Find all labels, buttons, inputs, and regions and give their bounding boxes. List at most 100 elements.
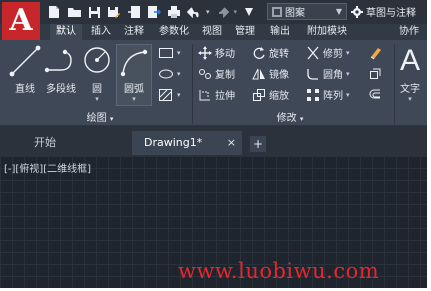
- drawing-tab-label: Drawing1*: [144, 136, 203, 149]
- tab-default[interactable]: 默认: [50, 24, 82, 40]
- trim-label: 修剪: [323, 49, 343, 60]
- tab-insert[interactable]: 插入: [86, 24, 116, 40]
- rotate-icon: [253, 46, 265, 59]
- redo-dropdown-icon[interactable]: ▾: [234, 8, 238, 16]
- layer-dropdown[interactable]: 图案 ▼: [267, 3, 347, 20]
- array-label: 阵列: [323, 91, 343, 102]
- draw-panel-title[interactable]: 绘图 ▾: [60, 112, 140, 126]
- ellipse-tool-button[interactable]: ▾: [158, 65, 181, 82]
- trim-button[interactable]: 修剪 ▾: [306, 44, 350, 61]
- chevron-down-icon: ▾: [346, 48, 350, 57]
- offset-icon: [369, 89, 380, 98]
- draw-small-tools: ▾ ▾ ▾: [158, 44, 181, 103]
- gear-icon: [351, 5, 363, 18]
- hatch-icon: [159, 88, 172, 101]
- eraser-icon: [370, 47, 381, 59]
- trim-icon: [307, 46, 319, 59]
- move-button[interactable]: 移动: [198, 44, 235, 61]
- chevron-down-icon: ▾: [299, 115, 304, 123]
- rotate-button[interactable]: 旋转: [252, 44, 289, 61]
- new-tab-button[interactable]: +: [250, 136, 266, 152]
- line-tool-button[interactable]: 直线: [8, 44, 42, 95]
- share-icon[interactable]: [241, 4, 257, 20]
- rectangle-tool-button[interactable]: ▾: [158, 44, 181, 61]
- ribbon-panel: 直线 多段线 圆 ▾ 圆弧 ▾ ▾ ▾ ▾ 绘图 ▾ 移动 复制 拉伸 旋转 镜…: [0, 40, 427, 126]
- workspace-switcher[interactable]: 草图与注释: [351, 3, 416, 20]
- hatch-tool-button[interactable]: ▾: [158, 86, 181, 103]
- open-folder-icon[interactable]: [66, 4, 82, 20]
- modify-panel-title[interactable]: 修改 ▾: [250, 112, 330, 126]
- polyline-icon: [44, 49, 72, 73]
- chevron-down-icon: ▼: [335, 7, 342, 16]
- viewport-controls[interactable]: [-][俯视][二维线框]: [4, 160, 91, 175]
- stretch-label: 拉伸: [215, 91, 235, 102]
- tab-addins[interactable]: 附加模块: [302, 24, 352, 40]
- copy-button[interactable]: 复制: [198, 65, 235, 82]
- chevron-down-icon: ▾: [177, 69, 181, 78]
- chevron-down-icon: ▾: [408, 95, 412, 103]
- draw-panel-title-text: 绘图: [86, 113, 107, 124]
- array-button[interactable]: 阵列 ▾: [306, 86, 350, 103]
- layer-value: 图案: [285, 8, 305, 19]
- autocad-window: ▾ ▾ 图案 ▼ 草图与注释 A 默认 插入 注释 参数化 视图 管理 输出 附…: [0, 0, 427, 288]
- tab-parametric[interactable]: 参数化: [154, 24, 194, 40]
- explode-icon: [370, 68, 381, 79]
- chevron-down-icon: ▾: [95, 95, 99, 103]
- text-tool-button[interactable]: A 文字 ▾: [400, 44, 420, 103]
- erase-button[interactable]: [368, 44, 382, 61]
- new-file-icon[interactable]: [46, 4, 62, 20]
- chevron-down-icon: ▾: [177, 48, 181, 57]
- move-label: 移动: [215, 49, 235, 60]
- array-icon: [307, 88, 319, 101]
- app-menu-button[interactable]: A: [2, 2, 40, 40]
- start-tab[interactable]: 开始: [34, 131, 94, 155]
- close-icon[interactable]: ×: [227, 131, 236, 155]
- explode-button[interactable]: [368, 65, 382, 82]
- export-icon[interactable]: [146, 4, 162, 20]
- tab-collaborate[interactable]: 协作: [394, 24, 424, 40]
- layer-swatch-icon: [272, 6, 282, 17]
- scale-button[interactable]: 缩放: [252, 86, 289, 103]
- line-label: 直线: [15, 84, 35, 95]
- stretch-button[interactable]: 拉伸: [198, 86, 235, 103]
- circle-icon: [84, 47, 110, 73]
- drawing-tab[interactable]: Drawing1* ×: [132, 131, 242, 155]
- import-icon[interactable]: [126, 4, 142, 20]
- undo-dropdown-icon[interactable]: ▾: [206, 8, 210, 16]
- modify-col-4: [368, 44, 382, 103]
- start-tab-label: 开始: [34, 136, 56, 149]
- modify-col-2: 旋转 镜像 缩放: [252, 44, 289, 103]
- fillet-button[interactable]: 圆角 ▾: [306, 65, 350, 82]
- line-icon: [9, 45, 41, 77]
- rectangle-icon: [159, 47, 173, 58]
- tab-annotate[interactable]: 注释: [119, 24, 149, 40]
- stretch-icon: [199, 89, 210, 100]
- arc-tool-button[interactable]: 圆弧 ▾: [116, 44, 152, 106]
- polyline-label: 多段线: [46, 84, 76, 95]
- chevron-down-icon: ▾: [346, 69, 350, 78]
- arc-label: 圆弧: [124, 84, 144, 95]
- panel-divider: [192, 44, 193, 124]
- polyline-tool-button[interactable]: 多段线: [44, 44, 78, 95]
- circle-tool-button[interactable]: 圆 ▾: [82, 44, 112, 103]
- tab-view[interactable]: 视图: [197, 24, 227, 40]
- chevron-down-icon: ▾: [109, 115, 114, 123]
- tab-manage[interactable]: 管理: [230, 24, 260, 40]
- undo-icon[interactable]: [186, 4, 202, 20]
- ribbon-tabs: 默认 插入 注释 参数化 视图 管理 输出 附加模块 协作: [0, 24, 427, 40]
- fillet-icon: [307, 68, 318, 80]
- print-icon[interactable]: [166, 4, 182, 20]
- save-as-icon[interactable]: [106, 4, 122, 20]
- save-icon[interactable]: [86, 4, 102, 20]
- redo-icon[interactable]: [214, 4, 230, 20]
- ellipse-icon: [159, 69, 173, 78]
- move-icon: [198, 45, 212, 60]
- modify-col-1: 移动 复制 拉伸: [198, 44, 235, 103]
- text-tool-icon: A: [400, 44, 421, 77]
- offset-button[interactable]: [368, 86, 382, 103]
- copy-icon: [199, 68, 211, 79]
- file-tabs-bar: 开始 Drawing1* × +: [0, 126, 427, 156]
- title-bar: ▾ ▾ 图案 ▼ 草图与注释: [0, 0, 427, 24]
- tab-output[interactable]: 输出: [265, 24, 295, 40]
- mirror-button[interactable]: 镜像: [252, 65, 289, 82]
